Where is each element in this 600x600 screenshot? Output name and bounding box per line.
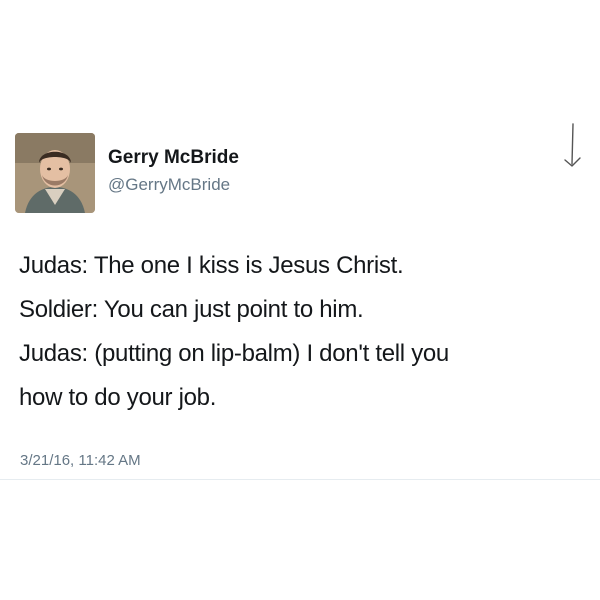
avatar[interactable]	[15, 133, 95, 213]
author-handle[interactable]: @GerryMcBride	[108, 175, 230, 195]
tweet-text-line: Soldier: You can just point to him.	[19, 296, 364, 323]
tweet-text-line: Judas: (putting on lip-balm) I don't tel…	[19, 340, 449, 367]
divider	[0, 479, 600, 480]
author-name[interactable]: Gerry McBride	[108, 147, 239, 169]
tweet-card: Gerry McBride @GerryMcBride Judas: The o…	[0, 0, 600, 600]
chevron-down-icon-glyph	[564, 123, 581, 167]
avatar-photo	[15, 133, 95, 213]
chevron-down-icon[interactable]	[560, 120, 590, 176]
tweet-text-line: Judas: The one I kiss is Jesus Christ.	[19, 252, 404, 279]
tweet-text: Judas: The one I kiss is Jesus Christ. S…	[19, 244, 589, 420]
tweet-timestamp[interactable]: 3/21/16, 11:42 AM	[20, 452, 141, 469]
tweet-text-line: how to do your job.	[19, 384, 217, 411]
